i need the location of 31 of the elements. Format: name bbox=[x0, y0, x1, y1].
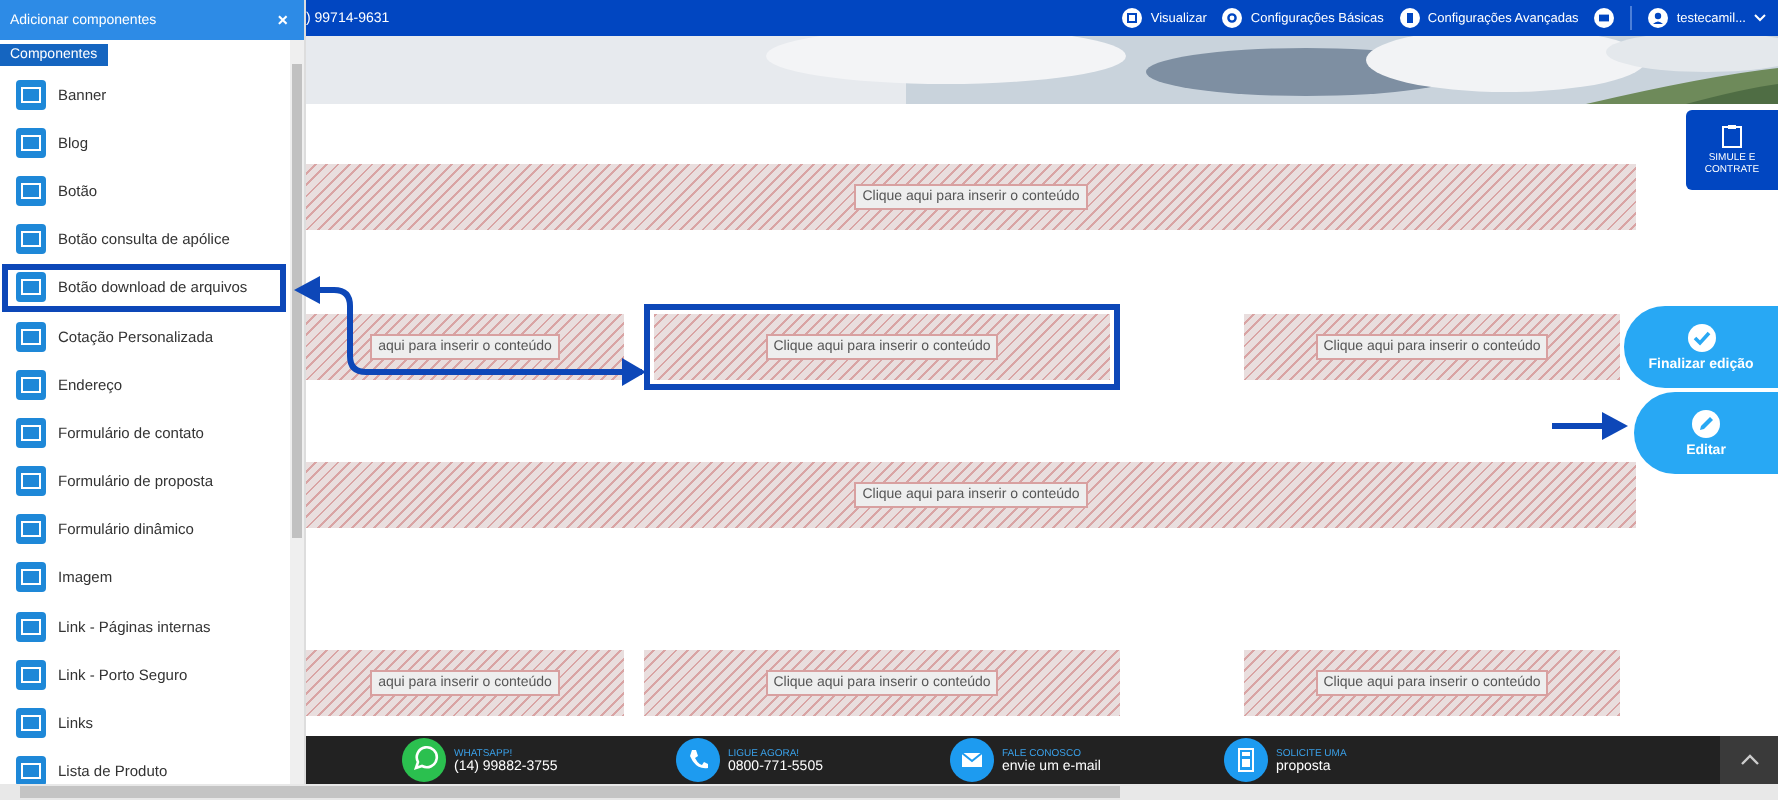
calculator-icon bbox=[1224, 738, 1268, 782]
preview-icon bbox=[1122, 8, 1143, 28]
phone-icon bbox=[676, 738, 720, 782]
mail-icon[interactable] bbox=[1594, 8, 1615, 28]
component-icon bbox=[16, 175, 46, 206]
pencil-icon bbox=[1692, 409, 1720, 437]
pointer-arrow bbox=[1552, 412, 1628, 440]
document-icon bbox=[1399, 8, 1420, 28]
component-icon bbox=[16, 79, 46, 110]
clipboard-icon bbox=[1722, 124, 1742, 148]
component-icon bbox=[16, 272, 46, 303]
close-button[interactable]: × bbox=[277, 10, 288, 30]
chevron-up-icon bbox=[1739, 754, 1759, 766]
component-icon bbox=[16, 611, 46, 642]
component-icon bbox=[16, 562, 46, 593]
component-icon bbox=[16, 708, 46, 739]
component-icon bbox=[16, 369, 46, 400]
gear-icon bbox=[1222, 8, 1243, 28]
component-icon bbox=[16, 224, 46, 255]
component-icon bbox=[16, 321, 46, 352]
whatsapp-icon bbox=[402, 738, 446, 782]
check-icon bbox=[1687, 323, 1715, 351]
component-icon bbox=[16, 659, 46, 690]
component-icon bbox=[16, 514, 46, 545]
caret-icon bbox=[1754, 14, 1766, 22]
mail-icon bbox=[950, 738, 994, 782]
component-icon bbox=[16, 466, 46, 497]
user-icon bbox=[1648, 8, 1669, 28]
component-icon bbox=[16, 127, 46, 158]
back-to-top-button[interactable] bbox=[1720, 736, 1778, 784]
component-icon bbox=[16, 417, 46, 448]
